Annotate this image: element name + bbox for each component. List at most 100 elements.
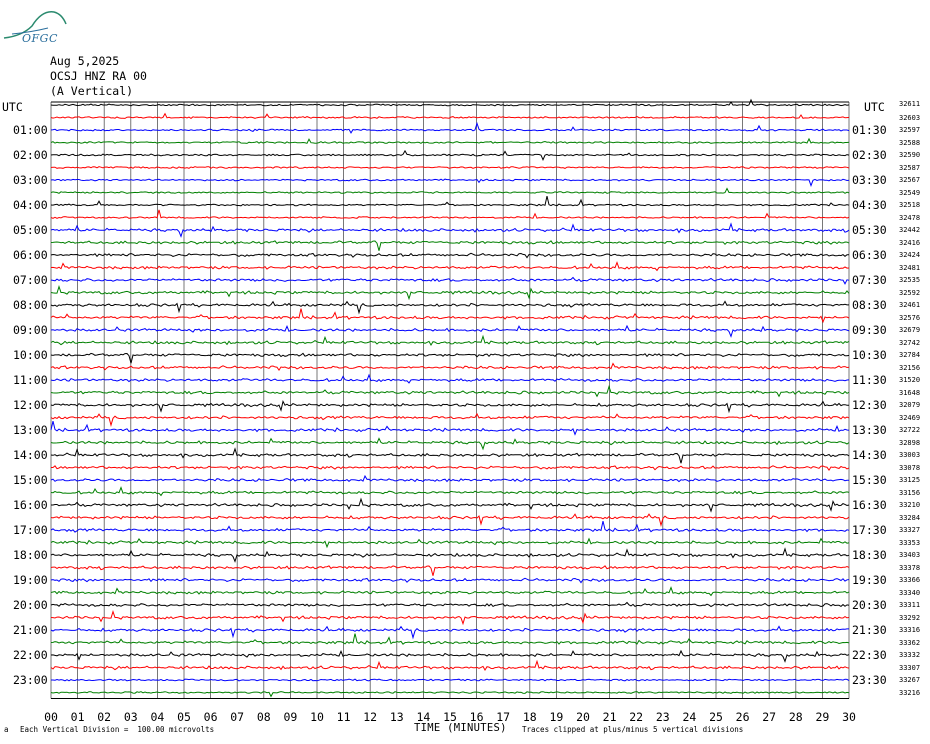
- trace-count: 32156: [899, 363, 921, 372]
- trace-count: 33366: [899, 576, 921, 584]
- right-hour-label: 07:30: [852, 273, 887, 287]
- right-hour-label: 20:30: [852, 598, 887, 612]
- trace-count: 32424: [899, 251, 921, 259]
- left-hour-label: 02:00: [13, 148, 48, 162]
- trace-count: 33156: [899, 488, 921, 497]
- trace-count: 32587: [899, 163, 921, 172]
- trace-count: 33340: [899, 588, 921, 597]
- x-tick-label: 24: [682, 710, 697, 724]
- x-tick-label: 30: [842, 710, 856, 724]
- trace-count: 32481: [899, 263, 921, 272]
- left-hour-label: 21:00: [13, 623, 48, 637]
- left-hour-label: 13:00: [13, 423, 48, 437]
- x-tick-label: 00: [44, 710, 58, 724]
- trace-count: 32535: [899, 276, 921, 284]
- left-hour-label: 03:00: [13, 173, 48, 187]
- trace-count: 33378: [899, 563, 921, 572]
- right-hour-label: 06:30: [852, 248, 887, 262]
- right-hour-label: 23:30: [852, 673, 887, 687]
- right-hour-label: 15:30: [852, 473, 887, 487]
- right-hour-label: 02:30: [852, 148, 887, 162]
- left-hour-label: 17:00: [13, 523, 48, 537]
- trace-count: 33403: [899, 551, 921, 559]
- trace-count: 33316: [899, 626, 921, 634]
- right-hour-label: 10:30: [852, 348, 887, 362]
- right-hour-label: 05:30: [852, 223, 887, 237]
- trace-count: 32603: [899, 113, 921, 122]
- seismogram-plot: [50, 98, 850, 699]
- right-hour-label: 08:30: [852, 298, 887, 312]
- left-hour-label: 19:00: [13, 573, 48, 587]
- x-tick-label: 01: [70, 710, 85, 724]
- x-tick-label: 22: [629, 710, 644, 724]
- trace-count: 32592: [899, 288, 921, 297]
- trace-count: 32416: [899, 238, 921, 247]
- left-hour-label: 10:00: [13, 348, 48, 362]
- trace-count: 32576: [899, 313, 921, 322]
- trace-count: 32469: [899, 413, 921, 422]
- left-hour-label: 08:00: [13, 298, 48, 312]
- trace-count: 32518: [899, 201, 921, 209]
- x-tick-label: 12: [363, 710, 378, 724]
- trace-count: 33327: [899, 526, 921, 534]
- left-hour-label: 23:00: [13, 673, 48, 687]
- trace-count: 32742: [899, 338, 921, 347]
- left-hour-label: 04:00: [13, 198, 48, 212]
- left-hour-label: 09:00: [13, 323, 48, 337]
- x-tick-label: 21: [602, 710, 617, 724]
- x-tick-label: 09: [283, 710, 298, 724]
- x-tick-label: 07: [230, 710, 245, 724]
- right-hour-label: 14:30: [852, 448, 887, 462]
- x-tick-label: 10: [310, 710, 324, 724]
- x-tick-label: 11: [336, 710, 351, 724]
- trace-count: 32567: [899, 176, 921, 184]
- left-hour-label: 16:00: [13, 498, 48, 512]
- trace-count: 32079: [899, 401, 921, 409]
- left-hour-label: 20:00: [13, 598, 48, 612]
- trace-count: 32590: [899, 151, 921, 159]
- right-hour-label: 13:30: [852, 423, 887, 437]
- trace-count: 33210: [899, 501, 921, 509]
- x-tick-label: 04: [150, 710, 165, 724]
- clip-note: Traces clipped at plus/minus 5 vertical …: [522, 725, 744, 734]
- trace-count: 33332: [899, 651, 921, 659]
- right-hour-label: 11:30: [852, 373, 887, 387]
- left-hour-label: 06:00: [13, 248, 48, 262]
- right-hour-label: 16:30: [852, 498, 887, 512]
- left-hour-label: 18:00: [13, 548, 48, 562]
- x-tick-label: 02: [97, 710, 112, 724]
- trace-count: 32611: [899, 100, 921, 108]
- trace-count: 33078: [899, 463, 921, 472]
- right-hour-label: 03:30: [852, 173, 887, 187]
- trace-count: 33311: [899, 601, 921, 609]
- right-hour-label: 09:30: [852, 323, 887, 337]
- left-hour-label: 12:00: [13, 398, 48, 412]
- trace-count: 33284: [899, 513, 921, 522]
- left-hour-label: 01:00: [13, 123, 48, 137]
- right-hour-label: 04:30: [852, 198, 887, 212]
- scale-note: Each Vertical Division = 100.00 microvol…: [20, 725, 215, 734]
- left-hour-label: 14:00: [13, 448, 48, 462]
- trace-count: 31648: [899, 388, 921, 397]
- trace-count: 32478: [899, 213, 921, 222]
- x-tick-label: 23: [655, 710, 670, 724]
- footer-marker: a: [4, 725, 9, 734]
- trace-count: 32588: [899, 138, 921, 147]
- x-tick-label: 29: [815, 710, 830, 724]
- trace-count: 32722: [899, 426, 921, 434]
- x-tick-label: 18: [522, 710, 537, 724]
- x-tick-label: 28: [788, 710, 803, 724]
- x-tick-label: 06: [203, 710, 218, 724]
- x-tick-label: 03: [123, 710, 138, 724]
- x-tick-label: 08: [256, 710, 271, 724]
- trace-count: 32442: [899, 226, 921, 234]
- x-tick-label: 20: [576, 710, 590, 724]
- trace-count: 33292: [899, 613, 921, 622]
- x-tick-label: 13: [389, 710, 404, 724]
- x-tick-label: 05: [177, 710, 191, 724]
- right-hour-label: 17:30: [852, 523, 887, 537]
- trace-count: 33216: [899, 688, 921, 697]
- trace-count: 31520: [899, 376, 921, 384]
- left-hour-label: 05:00: [13, 223, 48, 237]
- trace-count: 33267: [899, 676, 921, 684]
